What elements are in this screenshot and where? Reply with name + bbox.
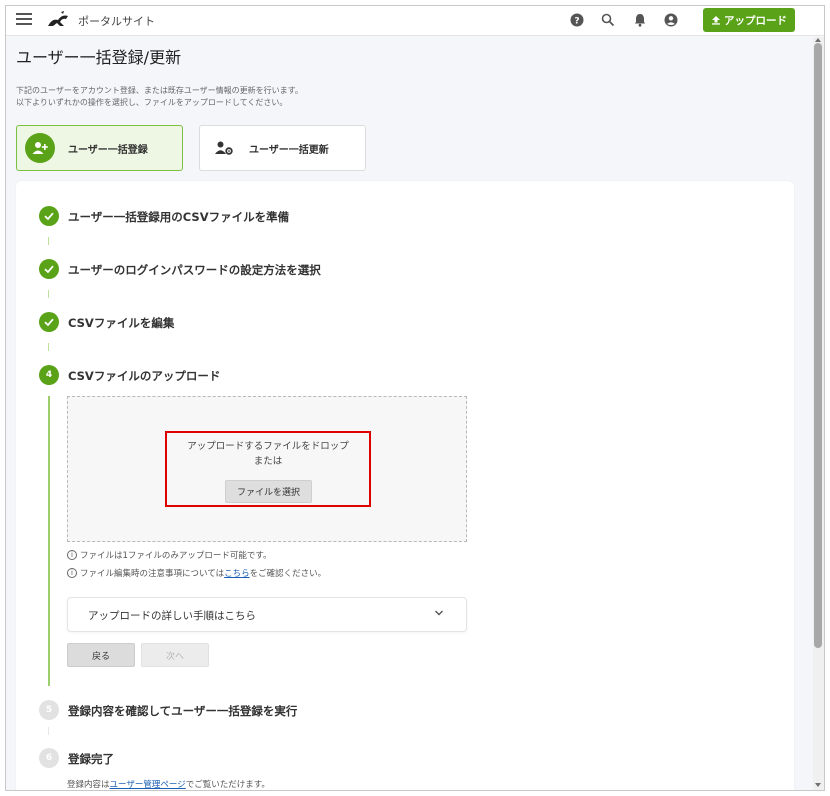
site-title[interactable]: ポータルサイト — [78, 13, 155, 29]
or-text: または — [253, 456, 283, 467]
search-icon[interactable] — [600, 12, 616, 28]
step-connector — [48, 343, 49, 351]
file-drop-zone[interactable]: アップロードするファイルをドロップ または ファイルを選択 — [67, 396, 467, 542]
choose-file-button[interactable]: ファイルを選択 — [225, 480, 312, 503]
page-title: ユーザー一括登録/更新 — [16, 48, 182, 67]
step-connector — [48, 237, 49, 245]
info-icon: i — [67, 568, 77, 578]
bell-icon[interactable] — [632, 12, 648, 28]
completion-note-prefix: 登録内容は — [67, 780, 110, 790]
info-icon: i — [67, 550, 77, 560]
step-4-title: CSVファイルのアップロード — [68, 369, 221, 383]
user-settings-icon — [215, 141, 233, 155]
account-icon[interactable] — [663, 12, 679, 28]
page-description-line1: 下記のユーザーをアカウント登録、または既存ユーザー情報の更新を行います。 — [16, 86, 303, 95]
drop-instruction: アップロードするファイルをドロップ — [187, 441, 349, 452]
upload-icon — [712, 16, 720, 25]
step-3-check-icon — [39, 312, 59, 332]
upload-note-2-suffix: をご確認ください。 — [249, 569, 327, 579]
next-button[interactable]: 次へ — [141, 643, 209, 667]
upload-help-accordion[interactable]: アップロードの詳しい手順はこちら — [67, 597, 467, 632]
page-description-line2: 以下よりいずれかの操作を選択し、ファイルをアップロードしてください。 — [16, 98, 288, 107]
menu-icon[interactable] — [16, 13, 32, 27]
tab-bulk-register-label: ユーザー一括登録 — [68, 144, 148, 156]
top-header: ポータルサイト ? アップロード — [6, 6, 824, 36]
chevron-down-icon — [435, 610, 443, 616]
logo-icon[interactable] — [46, 10, 70, 30]
scroll-down-arrow[interactable] — [815, 783, 821, 787]
highlight-box: アップロードするファイルをドロップ または ファイルを選択 — [165, 431, 371, 507]
active-step-line — [48, 396, 50, 686]
step-6-title: 登録完了 — [68, 752, 114, 766]
app-window: ポータルサイト ? アップロード ユーザー一括登録/更新 下記のユーザーをアカウ… — [5, 5, 825, 791]
tab-bulk-register[interactable]: ユーザー一括登録 — [16, 125, 183, 171]
tab-bulk-update[interactable]: ユーザー一括更新 — [199, 125, 366, 171]
step-connector — [48, 727, 49, 735]
svg-text:?: ? — [574, 17, 579, 27]
step-5-title: 登録内容を確認してユーザー一括登録を実行 — [68, 704, 298, 718]
accordion-label: アップロードの詳しい手順はこちら — [88, 610, 256, 622]
editing-notes-link[interactable]: こちら — [224, 569, 250, 579]
tab-bulk-update-label: ユーザー一括更新 — [249, 144, 329, 156]
completion-note: 登録内容はユーザー管理ページでご覧いただけます。 — [67, 778, 270, 790]
user-management-link[interactable]: ユーザー管理ページ — [110, 780, 186, 790]
upload-note-1: i ファイルは1ファイルのみアップロード可能です。 — [67, 549, 272, 561]
user-add-icon — [25, 133, 55, 163]
page-scrollbar[interactable] — [813, 37, 824, 790]
upload-note-1-text: ファイルは1ファイルのみアップロード可能です。 — [80, 551, 272, 561]
scroll-up-arrow[interactable] — [815, 38, 821, 42]
step-1-check-icon — [39, 206, 59, 226]
scrollbar-thumb[interactable] — [814, 43, 822, 648]
step-connector — [48, 290, 49, 298]
upload-note-2: i ファイル編集時の注意事項についてはこちらをご確認ください。 — [67, 567, 326, 579]
step-1-title: ユーザー一括登録用のCSVファイルを準備 — [68, 210, 290, 224]
upload-button[interactable]: アップロード — [703, 8, 795, 32]
back-button[interactable]: 戻る — [67, 643, 135, 667]
upload-note-2-prefix: ファイル編集時の注意事項については — [80, 569, 225, 579]
step-2-check-icon — [39, 259, 59, 279]
step-4-number: 4 — [39, 365, 59, 385]
completion-note-suffix: でご覧いただけます。 — [185, 780, 270, 790]
help-icon[interactable]: ? — [569, 12, 585, 28]
step-6-number: 6 — [39, 748, 59, 768]
step-2-title: ユーザーのログインパスワードの設定方法を選択 — [68, 263, 321, 277]
upload-button-label: アップロード — [724, 14, 787, 27]
step-3-title: CSVファイルを編集 — [68, 316, 175, 330]
step-5-number: 5 — [39, 700, 59, 720]
